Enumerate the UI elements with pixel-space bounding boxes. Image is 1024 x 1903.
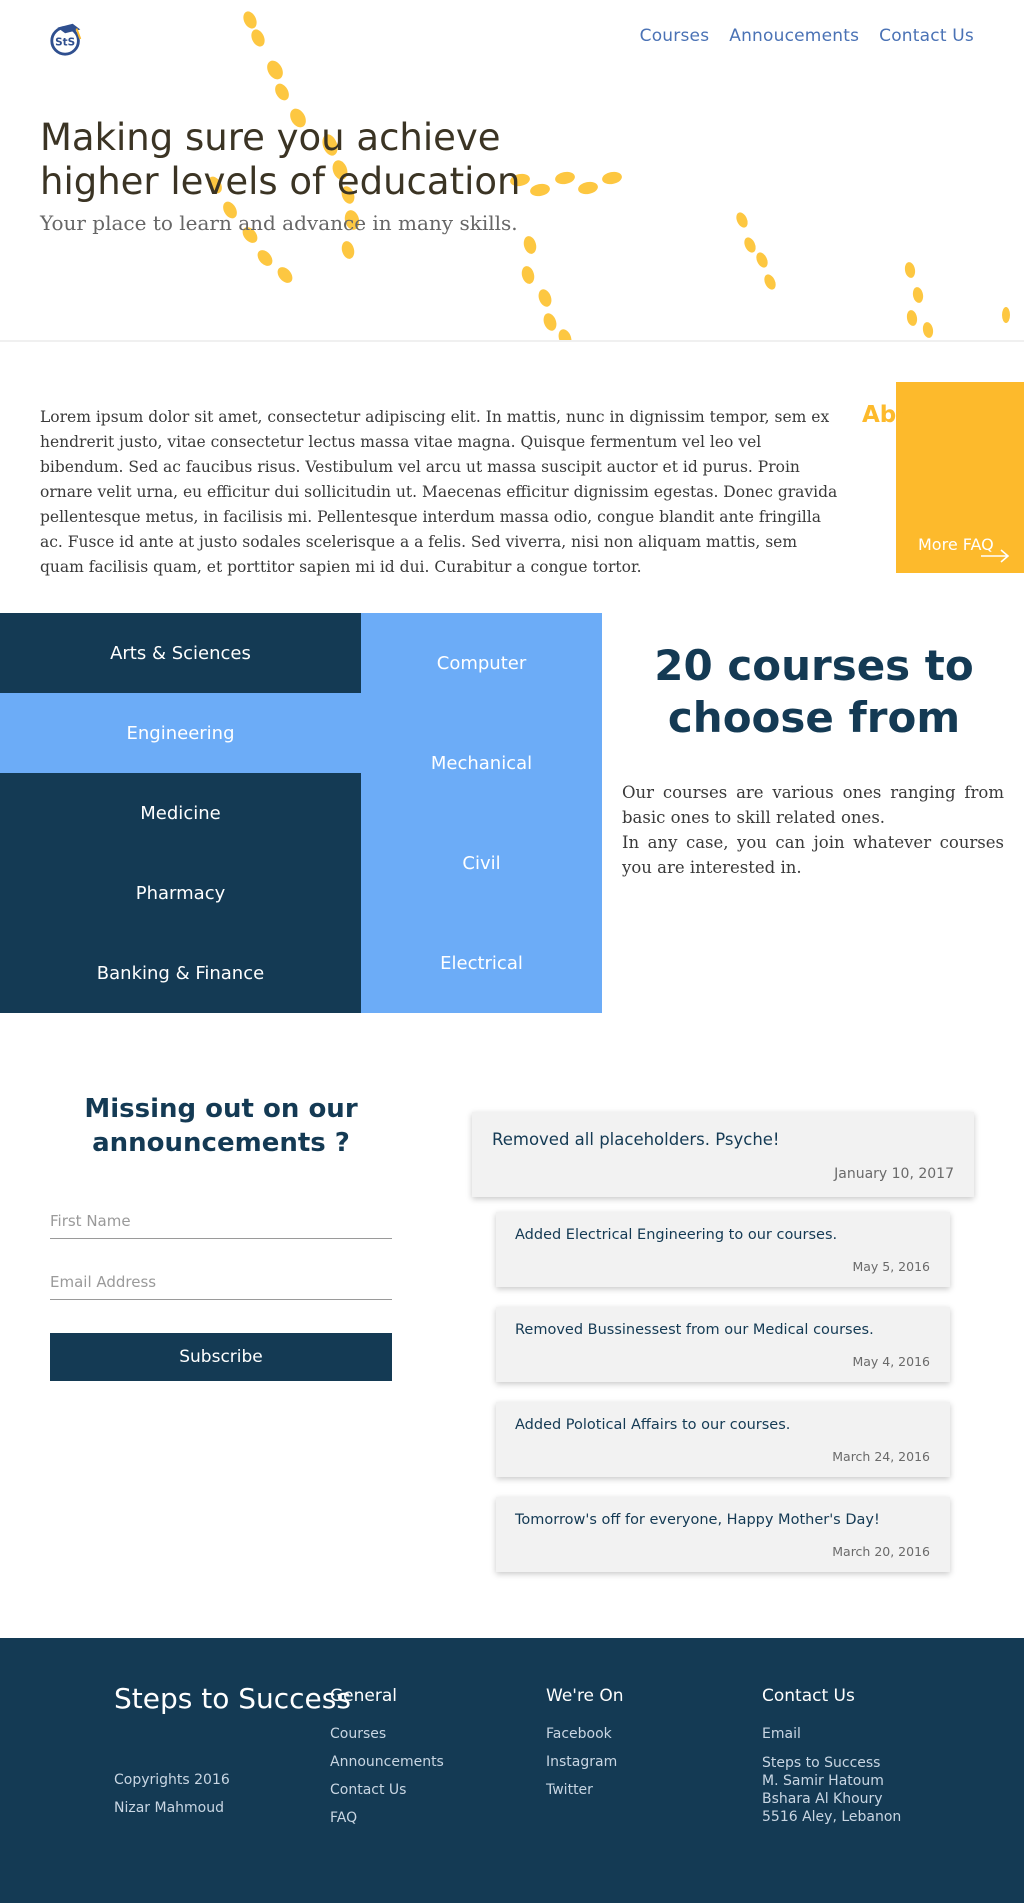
announcement-title: Added Electrical Engineering to our cour… <box>515 1227 838 1243</box>
footer-contact-column: Contact Us Email Steps to Success M. Sam… <box>762 1686 901 1826</box>
footer-brand: Steps to Success <box>114 1682 351 1715</box>
footer-link-facebook[interactable]: Facebook <box>546 1720 624 1748</box>
hero-section: StS Courses Annoucements Contact Us Maki… <box>0 0 1024 342</box>
main-nav: Courses Annoucements Contact Us <box>640 26 974 46</box>
subcategory-electrical[interactable]: Electrical <box>361 913 602 1013</box>
footer-link-faq[interactable]: FAQ <box>330 1804 444 1832</box>
announcement-title: Tomorrow's off for everyone, Happy Mothe… <box>515 1512 880 1528</box>
footer-link-email[interactable]: Email <box>762 1720 901 1748</box>
courses-count: 20 <box>654 641 713 690</box>
category-pharmacy[interactable]: Pharmacy <box>0 853 361 933</box>
announcement-date: May 4, 2016 <box>852 1354 930 1369</box>
category-arts-sciences[interactable]: Arts & Sciences <box>0 613 361 693</box>
category-medicine[interactable]: Medicine <box>0 773 361 853</box>
footer-link-courses[interactable]: Courses <box>330 1720 444 1748</box>
hero-title: Making sure you achieve higher levels of… <box>40 116 521 203</box>
subcategory-computer[interactable]: Computer <box>361 613 602 713</box>
footer-link-instagram[interactable]: Instagram <box>546 1748 624 1776</box>
address-line: M. Samir Hatoum <box>762 1773 884 1789</box>
subcategory-mechanical[interactable]: Mechanical <box>361 713 602 813</box>
announcement-date: January 10, 2017 <box>834 1166 954 1182</box>
subcategory-list: Computer Mechanical Civil Electrical <box>361 613 602 1013</box>
address-line: Bshara Al Khoury <box>762 1791 883 1807</box>
category-engineering[interactable]: Engineering <box>0 693 361 773</box>
courses-heading: 20 courses to choose from <box>622 640 1006 744</box>
footer-link-announcements[interactable]: Announcements <box>330 1748 444 1776</box>
nav-link-courses[interactable]: Courses <box>640 26 710 46</box>
nav-link-announcements[interactable]: Annoucements <box>729 26 859 46</box>
announcement-card[interactable]: Added Polotical Affairs to our courses. … <box>496 1402 950 1477</box>
footer-copyright-block: Copyrights 2016 Nizar Mahmoud <box>114 1766 230 1822</box>
footer-link-contact[interactable]: Contact Us <box>330 1776 444 1804</box>
email-field[interactable]: Email Address <box>50 1273 392 1300</box>
footer: Steps to Success Copyrights 2016 Nizar M… <box>0 1638 1024 1903</box>
announcements-heading: Missing out on our announcements ? <box>84 1094 358 1158</box>
courses-desc-1: Our courses are various ones ranging fro… <box>622 783 1004 827</box>
footer-contact-title: Contact Us <box>762 1686 855 1706</box>
footer-general-title: General <box>330 1686 397 1706</box>
announcement-card[interactable]: Removed all placeholders. Psyche! Januar… <box>472 1112 974 1197</box>
announcement-date: March 24, 2016 <box>832 1449 930 1464</box>
address-line: Steps to Success <box>762 1755 881 1771</box>
announcement-card[interactable]: Added Electrical Engineering to our cour… <box>496 1212 950 1287</box>
announcement-date: May 5, 2016 <box>852 1259 930 1274</box>
footer-address: Steps to Success M. Samir Hatoum Bshara … <box>762 1754 901 1826</box>
address-line: 5516 Aley, Lebanon <box>762 1809 902 1825</box>
announcement-title: Removed Bussinessest from our Medical co… <box>515 1322 874 1338</box>
courses-heading-text: courses to choose from <box>667 641 974 742</box>
hero-subtitle: Your place to learn and advance in many … <box>40 211 518 235</box>
subcategory-civil[interactable]: Civil <box>361 813 602 913</box>
footer-copyright: Copyrights 2016 <box>114 1772 230 1788</box>
arrow-right-icon[interactable] <box>980 548 1010 564</box>
announcement-date: March 20, 2016 <box>832 1544 930 1559</box>
first-name-field[interactable]: First Name <box>50 1212 392 1239</box>
announcement-title: Added Polotical Affairs to our courses. <box>515 1417 791 1433</box>
about-title: About <box>862 402 940 428</box>
footer-social-column: We're On Facebook Instagram Twitter <box>546 1686 624 1804</box>
category-list: Arts & Sciences Engineering Medicine Pha… <box>0 613 361 1013</box>
announcement-title: Removed all placeholders. Psyche! <box>492 1130 780 1149</box>
courses-description: Our courses are various ones ranging fro… <box>622 780 1004 880</box>
footer-author: Nizar Mahmoud <box>114 1800 224 1816</box>
category-banking-finance[interactable]: Banking & Finance <box>0 933 361 1013</box>
footer-social-title: We're On <box>546 1686 624 1706</box>
logo-icon[interactable]: StS <box>48 20 86 58</box>
about-text: Lorem ipsum dolor sit amet, consectetur … <box>40 408 838 576</box>
footer-link-twitter[interactable]: Twitter <box>546 1776 624 1804</box>
courses-desc-2: In any case, you can join whatever cours… <box>622 833 1004 877</box>
nav-link-contact[interactable]: Contact Us <box>879 26 974 46</box>
logo-text: StS <box>55 37 75 49</box>
announcement-card[interactable]: Tomorrow's off for everyone, Happy Mothe… <box>496 1497 950 1572</box>
footer-general-column: General Courses Announcements Contact Us… <box>330 1686 444 1832</box>
announcement-card[interactable]: Removed Bussinessest from our Medical co… <box>496 1307 950 1382</box>
subscribe-button[interactable]: Subscribe <box>50 1333 392 1381</box>
